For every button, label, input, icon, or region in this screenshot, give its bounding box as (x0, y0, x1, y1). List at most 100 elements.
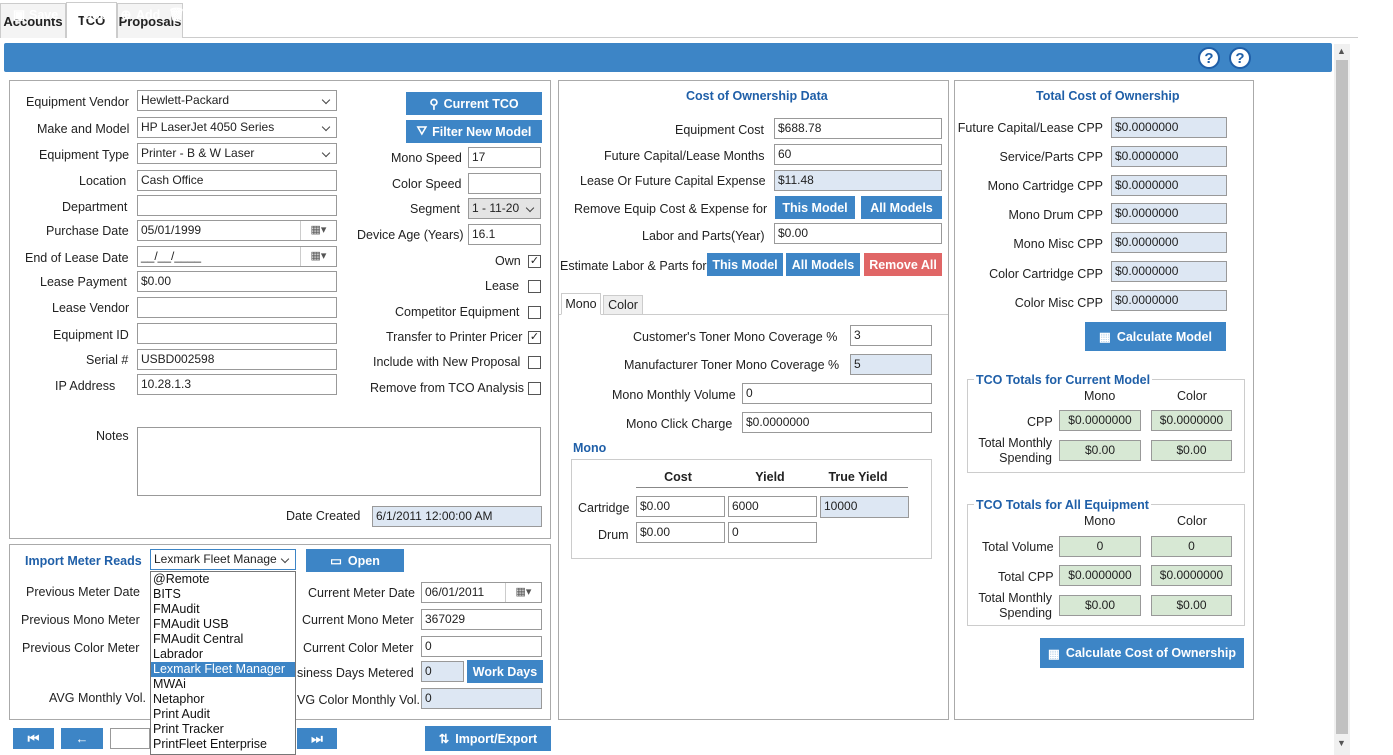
calculator-icon: ▦ (1099, 330, 1111, 344)
vendor-select[interactable]: Hewlett-Packard (137, 90, 337, 111)
calculate-cost-button[interactable]: ▦ Calculate Cost of Ownership (1040, 638, 1244, 668)
notes-textarea[interactable] (137, 427, 541, 496)
open-button[interactable]: ▭ Open (306, 549, 404, 572)
remove-checkbox[interactable] (528, 382, 541, 395)
tco-row-value: $0.0000000 (1111, 232, 1227, 253)
add-button[interactable]: ⊕ Add (119, 0, 161, 29)
delete-button[interactable]: 🗑 Delete (168, 0, 223, 29)
calculate-model-button[interactable]: ▦ Calculate Model (1085, 322, 1226, 351)
remove-all-button[interactable]: Remove All (864, 253, 942, 276)
mono-speed-input[interactable]: 17 (468, 147, 541, 168)
lease-payment-input[interactable]: $0.00 (137, 271, 337, 292)
calendar-icon[interactable]: ▦▾ (505, 583, 541, 602)
cartridge-yield-input[interactable]: 6000 (728, 496, 817, 517)
remove-this-model-button[interactable]: This Model (775, 196, 855, 219)
click-charge-label: Mono Click Charge (626, 417, 733, 431)
remove-all-models-button[interactable]: All Models (861, 196, 942, 219)
competitor-checkbox[interactable] (528, 306, 541, 319)
drum-cost-input[interactable]: $0.00 (636, 522, 725, 543)
dropdown-option[interactable]: PrintFleet Enterprise (151, 737, 295, 752)
cartridge-cost-input[interactable]: $0.00 (636, 496, 725, 517)
last-record-button[interactable]: ⏭ (297, 728, 337, 749)
grid-view-button[interactable]: ▦ Grid View (792, 0, 867, 29)
work-days-button[interactable]: Work Days (467, 660, 543, 683)
cur-date-input[interactable]: 06/01/2011 ▦▾ (421, 582, 542, 603)
additional-costs-button[interactable]: ± Additional Costs (474, 0, 590, 29)
import-source-dropdown[interactable]: @Remote BITS FMAudit FMAudit USB FMAudit… (150, 571, 296, 755)
calendar-icon[interactable]: ▦▾ (300, 221, 336, 240)
dropdown-option[interactable]: FMAudit Central (151, 632, 295, 647)
cust-coverage-input[interactable]: 3 (850, 325, 932, 346)
excel-button[interactable]: ▤ Excel (966, 0, 1016, 29)
coverage-button[interactable]: ✎ Coverage (311, 0, 385, 29)
serial-input[interactable]: USBD002598 (137, 349, 337, 370)
dropdown-option[interactable]: FMAudit USB (151, 617, 295, 632)
location-input[interactable]: Cash Office (137, 170, 337, 191)
dropdown-option[interactable]: @Remote (151, 572, 295, 587)
col-cost: Cost (664, 470, 692, 484)
all-cpp-mono: $0.0000000 (1059, 565, 1141, 586)
calendar-icon: ▭ (652, 6, 666, 22)
toolbar (4, 43, 1332, 72)
scroll-up-icon[interactable]: ▲ (1337, 46, 1346, 56)
eol-date-input[interactable]: __/__/____ ▦▾ (137, 246, 337, 267)
department-input[interactable] (137, 195, 337, 216)
dropdown-option[interactable]: Print Audit (151, 707, 295, 722)
lease-vendor-input[interactable] (137, 297, 337, 318)
tab-color[interactable]: Color (603, 295, 643, 315)
ip-input[interactable]: 10.28.1.3 (137, 374, 337, 395)
monthly-volume-input[interactable]: 0 (742, 383, 932, 404)
dropdown-option[interactable]: MWAi (151, 677, 295, 692)
dropdown-option-selected[interactable]: Lexmark Fleet Manager (151, 662, 295, 677)
color-speed-input[interactable] (468, 173, 541, 194)
prev-record-button[interactable]: ← (61, 728, 103, 749)
costs-button[interactable]: $ Costs ▼ (589, 0, 652, 29)
own-checkbox[interactable]: ✓ (528, 255, 541, 268)
dropdown-option[interactable]: BITS (151, 587, 295, 602)
drum-yield-input[interactable]: 0 (728, 522, 817, 543)
type-select[interactable]: Printer - B & W Laser (137, 143, 337, 164)
dropdown-option[interactable]: Print Tracker (151, 722, 295, 737)
color-col-label: Color (1177, 389, 1207, 403)
current-tco-button[interactable]: ⚲ Current TCO (406, 92, 542, 115)
equipment-id-input[interactable] (137, 323, 337, 344)
import-source-select[interactable]: Lexmark Fleet Manage (150, 549, 296, 570)
estimate-this-model-button[interactable]: This Model (707, 253, 783, 276)
cur-color-input[interactable]: 0 (421, 636, 542, 657)
dropdown-option[interactable]: Labrador (151, 647, 295, 662)
estimate-all-models-button[interactable]: All Models (786, 253, 860, 276)
save-button[interactable]: ▣ Save (12, 0, 58, 29)
transfer-checkbox[interactable]: ✓ (528, 331, 541, 344)
tab-mono[interactable]: Mono (561, 293, 601, 315)
import-export-button[interactable]: ⇅ Import/Export (425, 726, 551, 751)
click-charge-input[interactable]: $0.0000000 (742, 412, 932, 433)
delete-all-button[interactable]: 🗑 Delete All (231, 0, 305, 29)
model-list-button[interactable]: ✎ Model List (391, 0, 470, 29)
lease-checkbox[interactable] (528, 280, 541, 293)
update-device-ages-button[interactable]: ▭ Update Device Ages (652, 0, 789, 29)
tco-row-label: Color Cartridge CPP (989, 267, 1103, 281)
include-checkbox[interactable] (528, 356, 541, 369)
record-number-input[interactable] (110, 728, 150, 749)
reports-button[interactable]: ▤ Reports ▼ (1024, 0, 1100, 29)
equip-cost-input[interactable]: $688.78 (774, 118, 942, 139)
eautomate-button[interactable]: ∞ eAutomate (873, 0, 954, 29)
model-select[interactable]: HP LaserJet 4050 Series (137, 117, 337, 138)
cur-mono-input[interactable]: 367029 (421, 609, 542, 630)
scroll-down-icon[interactable]: ▼ (1337, 738, 1346, 748)
segment-select[interactable]: 1 - 11-20 (468, 198, 541, 219)
future-months-input[interactable]: 60 (774, 144, 942, 165)
copy-button[interactable]: ❐ Copy (66, 0, 114, 29)
dropdown-option[interactable]: FMAudit (151, 602, 295, 617)
help-icon[interactable]: ? (1198, 47, 1220, 69)
first-record-button[interactable]: ⏮ (13, 728, 54, 749)
help-icon[interactable]: ? (1229, 47, 1251, 69)
labor-input[interactable]: $0.00 (774, 223, 942, 244)
dropdown-option[interactable]: Netaphor (151, 692, 295, 707)
scrollbar-thumb[interactable] (1336, 60, 1348, 734)
device-age-input[interactable]: 16.1 (468, 224, 541, 245)
calendar-icon[interactable]: ▦▾ (300, 247, 336, 266)
filter-model-button[interactable]: ⛛ Filter New Model (406, 120, 542, 143)
purchase-date-input[interactable]: 05/01/1999 ▦▾ (137, 220, 337, 241)
tco-row-value: $0.0000000 (1111, 203, 1227, 224)
